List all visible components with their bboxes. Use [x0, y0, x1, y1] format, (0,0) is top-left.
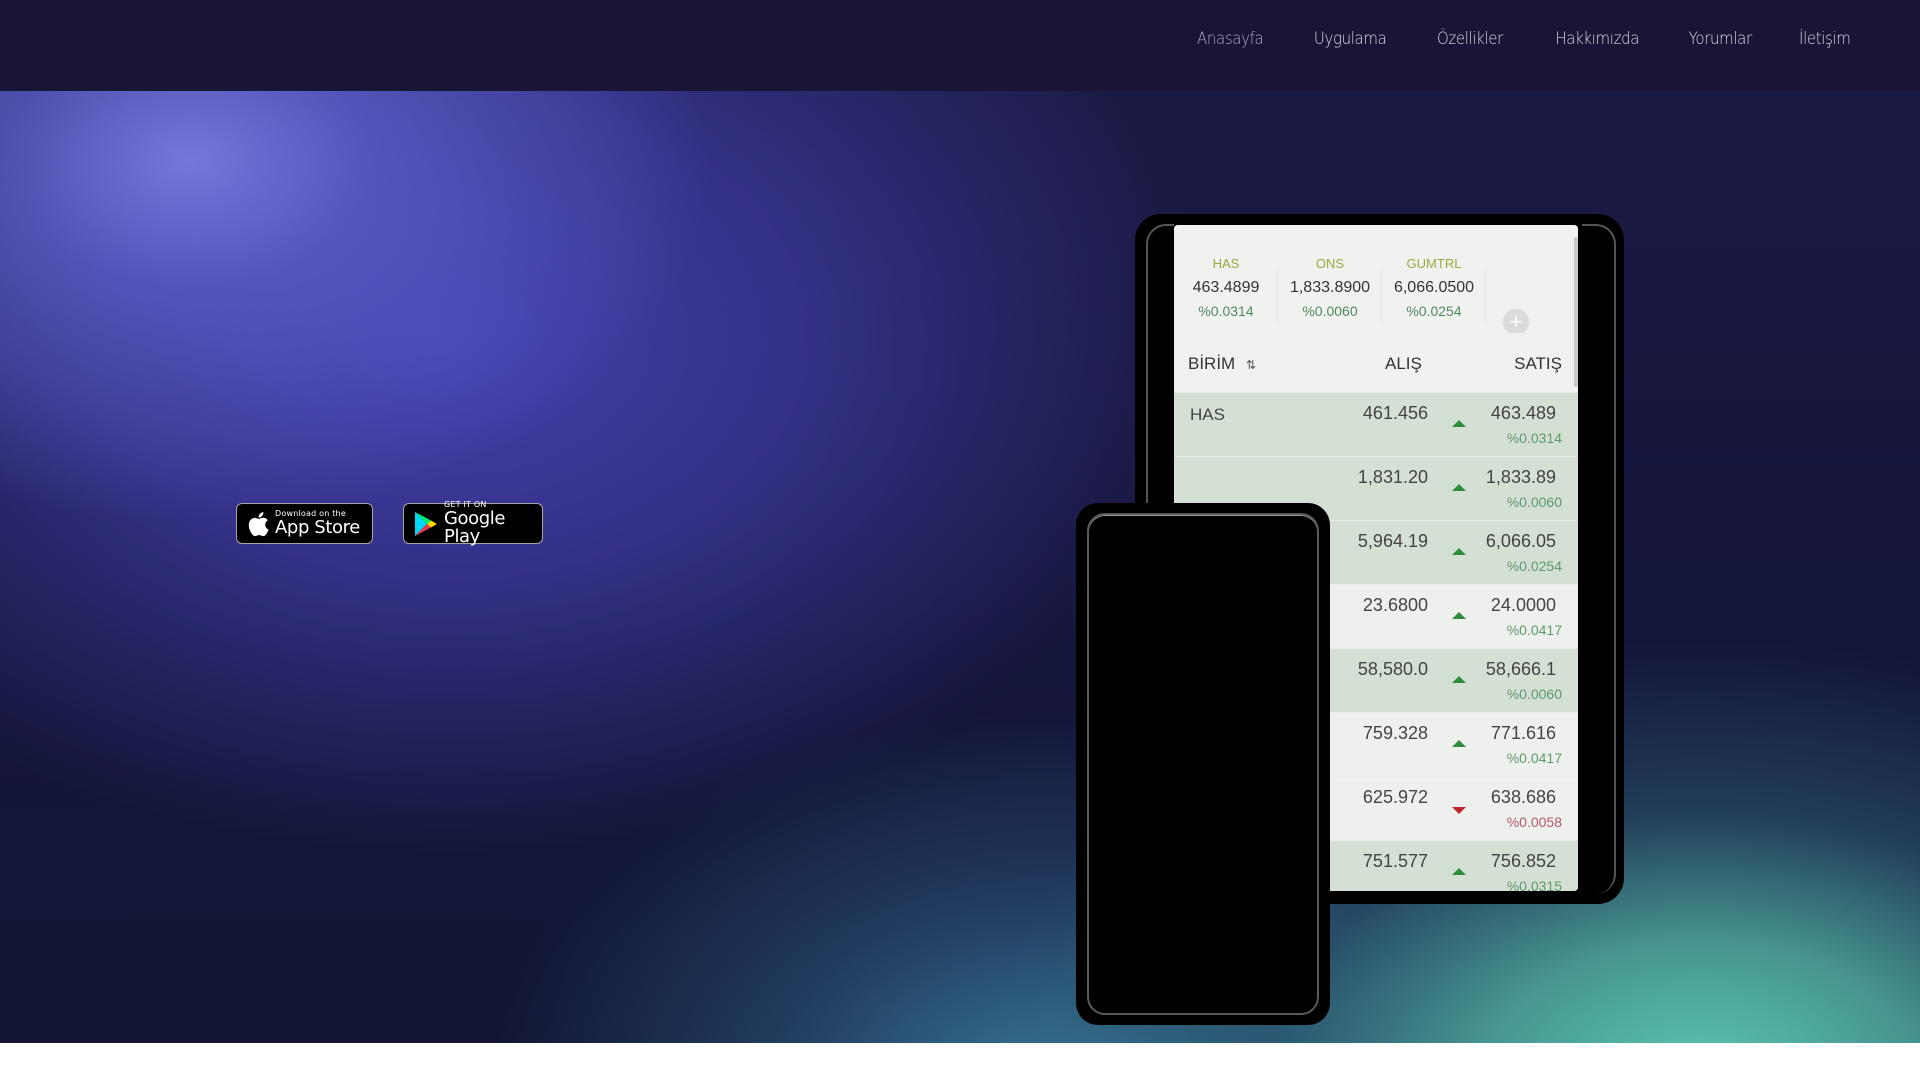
add-icon[interactable]: +	[1503, 309, 1529, 335]
row-buy-price: 5,964.19	[1357, 531, 1428, 551]
nav-anasayfa[interactable]: Anasayfa	[1197, 29, 1264, 49]
row-sell-price: 6,066.05	[1485, 531, 1556, 551]
row-sell-price: 638.686	[1490, 787, 1556, 807]
row-change: %0.0315	[1506, 878, 1562, 891]
row-change: %0.0417	[1506, 622, 1562, 638]
row-sell-price: 1,833.89	[1485, 467, 1556, 487]
row-sell-price: 24.0000	[1490, 595, 1556, 615]
nav-ozellikler[interactable]: Özellikler	[1437, 29, 1503, 49]
google-play-button[interactable]: GET IT ON Google Play	[403, 501, 543, 547]
row-sell-price: 756.852	[1490, 851, 1556, 871]
ticker-change: %0.0314	[1198, 303, 1254, 319]
row-buy-price: 23.6800	[1362, 595, 1428, 615]
ticker-bar: HAS 463.4899 %0.0314 ONS 1,833.8900 %0.0…	[1174, 225, 1578, 335]
row-change: %0.0060	[1506, 686, 1562, 702]
nav-yorumlar[interactable]: Yorumlar	[1688, 29, 1752, 49]
arrow-down-icon	[1452, 807, 1466, 814]
arrow-up-icon	[1452, 740, 1466, 747]
row-change: %0.0058	[1506, 814, 1562, 830]
row-change: %0.0417	[1506, 750, 1562, 766]
main-nav: Anasayfa Uygulama Özellikler Hakkımızda …	[1188, 0, 1920, 78]
arrow-up-icon	[1452, 420, 1466, 427]
row-buy-price: 461.456	[1362, 403, 1428, 423]
column-unit-label: BİRİM	[1188, 354, 1236, 373]
phone-screen	[1087, 513, 1319, 1015]
row-sell-price: 463.489	[1490, 403, 1556, 423]
scrollbar[interactable]	[1574, 237, 1578, 387]
hero-section: Download on the App Store GET IT ON Goog…	[0, 91, 1920, 1043]
row-buy-price: 759.328	[1362, 723, 1428, 743]
nav-hakkimizda[interactable]: Hakkımızda	[1555, 29, 1639, 49]
arrow-up-icon	[1452, 484, 1466, 491]
row-change: %0.0254	[1506, 558, 1562, 574]
ticker-label: GUMTRL	[1406, 256, 1462, 271]
arrow-up-icon	[1452, 676, 1466, 683]
ticker-change: %0.0060	[1302, 303, 1358, 319]
app-store-button[interactable]: Download on the App Store	[236, 503, 373, 544]
column-unit[interactable]: BİRİM ⇅	[1188, 354, 1256, 374]
row-buy-price: 1,831.20	[1357, 467, 1428, 487]
ticker-value: 6,066.0500	[1393, 279, 1475, 296]
row-buy-price: 58,580.0	[1357, 659, 1428, 679]
row-sell-price: 771.616	[1490, 723, 1556, 743]
ticker-label: HAS	[1212, 256, 1240, 271]
table-header: BİRİM ⇅ ALIŞ SATIŞ	[1174, 333, 1578, 393]
ticker-value: 463.4899	[1192, 279, 1260, 296]
ticker-item[interactable]: ONS 1,833.8900 %0.0060	[1278, 225, 1382, 333]
sort-icon[interactable]: ⇅	[1246, 358, 1256, 372]
google-play-big-text: Google Play	[444, 508, 506, 547]
arrow-up-icon	[1452, 868, 1466, 875]
row-buy-price: 625.972	[1362, 787, 1428, 807]
google-play-icon	[414, 511, 438, 537]
arrow-up-icon	[1452, 548, 1466, 555]
ticker-change: %0.0254	[1406, 303, 1462, 319]
nav-iletisim[interactable]: İletişim	[1799, 29, 1851, 49]
apple-icon	[247, 511, 269, 537]
ticker-add: +	[1486, 225, 1546, 335]
store-badges: Download on the App Store GET IT ON Goog…	[236, 501, 543, 547]
table-row[interactable]: HAS 461.456 463.489 %0.0314	[1174, 393, 1578, 457]
ticker-item[interactable]: HAS 463.4899 %0.0314	[1174, 225, 1278, 333]
ticker-value: 1,833.8900	[1289, 279, 1371, 296]
row-change: %0.0060	[1506, 494, 1562, 510]
ticker-item[interactable]: GUMTRL 6,066.0500 %0.0254	[1382, 225, 1486, 333]
row-buy-price: 751.577	[1362, 851, 1428, 871]
column-buy: ALIŞ	[1385, 354, 1422, 373]
row-change: %0.0314	[1506, 430, 1562, 446]
row-sell-price: 58,666.1	[1485, 659, 1556, 679]
tablet-bezel	[1582, 224, 1616, 894]
phone-mockup	[1076, 503, 1330, 1025]
column-sell: SATIŞ	[1514, 354, 1562, 373]
row-unit: HAS	[1190, 405, 1225, 424]
site-header: Anasayfa Uygulama Özellikler Hakkımızda …	[0, 0, 1920, 91]
app-store-big-text: App Store	[275, 517, 360, 538]
ticker-label: ONS	[1315, 256, 1345, 271]
nav-uygulama[interactable]: Uygulama	[1314, 29, 1387, 49]
arrow-up-icon	[1452, 612, 1466, 619]
